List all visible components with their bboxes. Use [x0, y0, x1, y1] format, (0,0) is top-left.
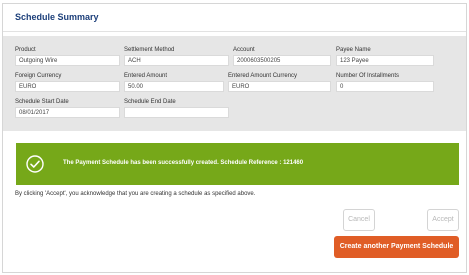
- entered-amount-value: 50.00: [124, 81, 224, 92]
- account-value: 2000603500205: [233, 55, 331, 66]
- field-entered-amount: Entered Amount 50.00: [124, 72, 224, 92]
- field-label: Number Of Installments: [336, 73, 400, 79]
- payee-name-value: 123 Payee: [336, 55, 434, 66]
- field-number-of-installments: Number Of Installments 0: [336, 72, 434, 92]
- panel-header: Schedule Summary: [3, 4, 466, 32]
- number-of-installments-value: 0: [336, 81, 434, 92]
- check-circle-icon: [26, 155, 44, 173]
- field-label: Entered Amount: [124, 73, 168, 79]
- field-product: Product Outgoing Wire: [15, 46, 120, 66]
- page-title: Schedule Summary: [15, 12, 99, 22]
- accept-button[interactable]: Accept: [427, 209, 459, 231]
- success-message: The Payment Schedule has been successful…: [63, 160, 304, 166]
- summary-section: Product Outgoing Wire Settlement Method …: [3, 36, 466, 131]
- field-label: Account: [233, 47, 255, 53]
- field-label: Schedule End Date: [124, 99, 176, 105]
- cancel-button[interactable]: Cancel: [343, 209, 375, 231]
- foreign-currency-value: EURO: [15, 81, 120, 92]
- entered-amount-currency-value: EURO: [228, 81, 331, 92]
- create-another-schedule-button[interactable]: Create another Payment Schedule: [334, 236, 459, 258]
- field-label: Settlement Method: [124, 47, 175, 53]
- schedule-start-date-value: 08/01/2017: [15, 107, 120, 118]
- field-label: Foreign Currency: [15, 73, 62, 79]
- field-schedule-start-date: Schedule Start Date 08/01/2017: [15, 98, 120, 118]
- field-account: Account 2000603500205: [233, 46, 331, 66]
- settlement-method-value: ACH: [124, 55, 229, 66]
- schedule-end-date-value: [124, 107, 229, 118]
- field-label: Entered Amount Currency: [228, 73, 298, 79]
- field-settlement-method: Settlement Method ACH: [124, 46, 229, 66]
- acceptance-disclaimer: By clicking 'Accept', you acknowledge th…: [15, 191, 256, 197]
- product-value: Outgoing Wire: [15, 55, 120, 66]
- success-banner: The Payment Schedule has been successful…: [16, 143, 459, 185]
- field-label: Payee Name: [336, 47, 371, 53]
- field-foreign-currency: Foreign Currency EURO: [15, 72, 120, 92]
- field-schedule-end-date: Schedule End Date: [124, 98, 229, 118]
- field-label: Product: [15, 47, 36, 53]
- field-entered-amount-currency: Entered Amount Currency EURO: [228, 72, 331, 92]
- field-payee-name: Payee Name 123 Payee: [336, 46, 434, 66]
- field-label: Schedule Start Date: [15, 99, 69, 105]
- schedule-summary-panel: Schedule Summary Product Outgoing Wire S…: [2, 3, 467, 273]
